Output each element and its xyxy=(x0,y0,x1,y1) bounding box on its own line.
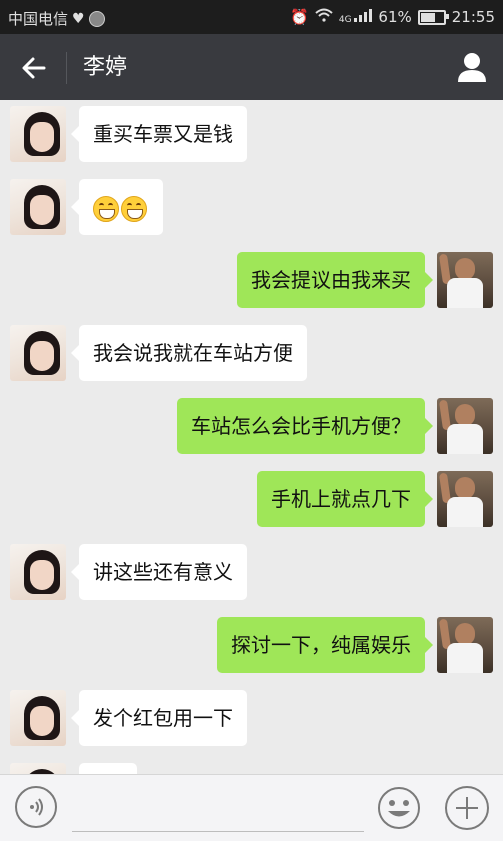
battery-percent: 61% xyxy=(378,8,412,26)
signal-icon: 4G xyxy=(339,9,373,25)
message-bubble[interactable]: 重买车票又是钱 xyxy=(71,106,247,162)
carrier-label: 中国电信 xyxy=(8,10,69,28)
profile-icon[interactable] xyxy=(455,50,489,84)
message-bubble[interactable]: 我会提议由我来买 xyxy=(237,252,433,308)
alarm-icon: ⏰ xyxy=(290,8,309,26)
voice-icon[interactable] xyxy=(15,786,57,828)
message-bubble[interactable]: 探讨一下，纯属娱乐 xyxy=(217,617,433,673)
contact-avatar[interactable] xyxy=(10,763,66,774)
back-arrow-icon[interactable] xyxy=(18,52,50,84)
heart-icon: ♥ xyxy=(72,10,85,27)
message-bubble[interactable]: 车站怎么会比手机方便？ xyxy=(177,398,433,454)
message-input[interactable] xyxy=(72,785,364,832)
message-bubble[interactable]: 讲这些还有意义 xyxy=(71,544,247,600)
contact-avatar[interactable] xyxy=(10,544,66,600)
network-type-label: 4G xyxy=(338,15,352,25)
clock: 21:55 xyxy=(451,8,495,26)
my-avatar[interactable] xyxy=(437,252,493,308)
app-notification-icon xyxy=(88,10,105,27)
contact-name: 李婷 xyxy=(83,55,128,80)
contact-avatar[interactable] xyxy=(10,179,66,235)
header-divider xyxy=(66,52,67,84)
contact-avatar[interactable] xyxy=(10,690,66,746)
message-bubble[interactable] xyxy=(79,763,137,774)
message-bubble[interactable]: 手机上就点几下 xyxy=(257,471,433,527)
message-bubble[interactable]: 我会说我就在车站方便 xyxy=(71,325,307,381)
battery-icon xyxy=(417,9,449,25)
chat-message-list[interactable]: 重买车票又是钱 我会提议由我来买 我会说我就在车站方便 车站怎么会比手机方便？ … xyxy=(0,100,503,774)
my-avatar[interactable] xyxy=(437,471,493,527)
message-bubble[interactable]: 发个红包用一下 xyxy=(71,690,247,746)
contact-avatar[interactable] xyxy=(10,325,66,381)
contact-avatar[interactable] xyxy=(10,106,66,162)
plus-icon[interactable] xyxy=(445,786,489,830)
grin-emoji-icon xyxy=(93,195,119,222)
input-bar xyxy=(0,774,503,841)
my-avatar[interactable] xyxy=(437,398,493,454)
grin-emoji-icon xyxy=(121,195,147,222)
message-bubble[interactable] xyxy=(71,179,163,235)
chat-header: 李婷 xyxy=(0,34,503,100)
emoji-icon[interactable] xyxy=(377,786,421,830)
my-avatar[interactable] xyxy=(437,617,493,673)
status-bar: 中国电信 ♥ ⏰ 4G 61% 21:55 xyxy=(0,0,503,34)
wifi-icon xyxy=(315,8,333,26)
